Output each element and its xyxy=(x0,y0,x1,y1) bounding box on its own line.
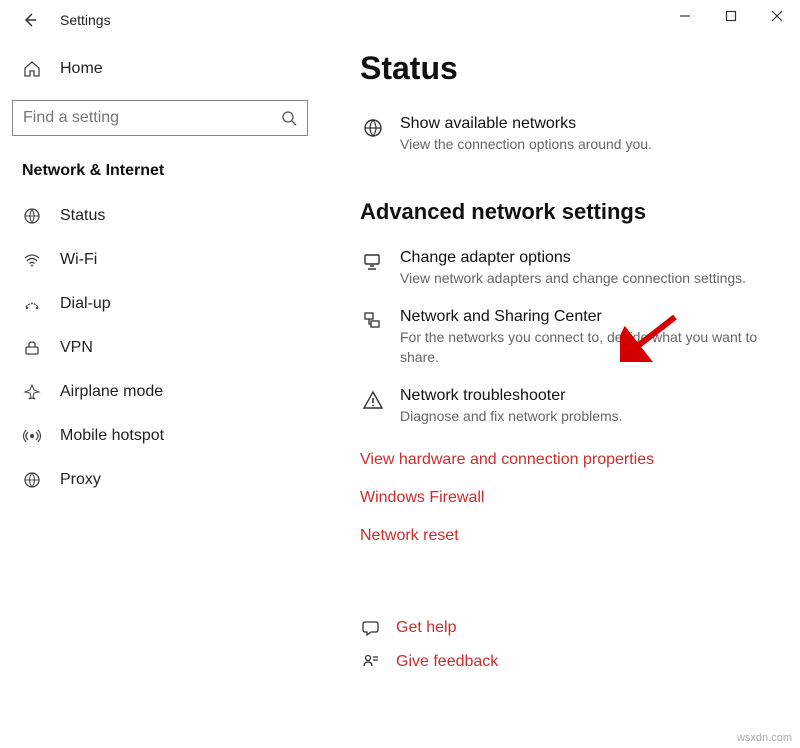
home-nav[interactable]: Home xyxy=(10,50,310,88)
get-help[interactable]: Get help xyxy=(360,611,780,645)
nav-label: Airplane mode xyxy=(60,383,163,401)
sharing-icon xyxy=(360,308,386,367)
change-adapter-options[interactable]: Change adapter options View network adap… xyxy=(360,243,780,303)
nav-label: Status xyxy=(60,207,105,225)
home-icon xyxy=(22,60,42,78)
search-icon xyxy=(281,110,297,126)
opt-title: Change adapter options xyxy=(400,249,780,267)
link-hardware-properties[interactable]: View hardware and connection properties xyxy=(360,441,780,479)
nav-label: Wi-Fi xyxy=(60,251,97,269)
sidebar-item-wifi[interactable]: Wi-Fi xyxy=(10,238,310,282)
airplane-icon xyxy=(22,383,42,401)
sidebar-item-status[interactable]: Status xyxy=(10,194,310,238)
opt-title: Network troubleshooter xyxy=(400,387,780,405)
sidebar-section-title: Network & Internet xyxy=(10,154,310,194)
opt-sub: Diagnose and fix network problems. xyxy=(400,407,780,427)
search-input[interactable] xyxy=(12,100,308,136)
minimize-icon xyxy=(679,10,691,22)
sidebar-item-hotspot[interactable]: Mobile hotspot xyxy=(10,414,310,458)
status-icon xyxy=(22,207,42,225)
sidebar-item-proxy[interactable]: Proxy xyxy=(10,458,310,502)
help-label: Get help xyxy=(396,619,456,637)
warning-icon xyxy=(360,387,386,427)
network-sharing-center[interactable]: Network and Sharing Center For the netwo… xyxy=(360,302,780,381)
close-icon xyxy=(771,10,783,22)
opt-title: Show available networks xyxy=(400,115,780,133)
opt-sub: For the networks you connect to, decide … xyxy=(400,328,780,367)
maximize-icon xyxy=(725,10,737,22)
wifi-icon xyxy=(22,251,42,269)
link-windows-firewall[interactable]: Windows Firewall xyxy=(360,479,780,517)
maximize-button[interactable] xyxy=(708,0,754,32)
close-button[interactable] xyxy=(754,0,800,32)
adapter-icon xyxy=(360,249,386,289)
vpn-icon xyxy=(22,339,42,357)
nav-label: Proxy xyxy=(60,471,101,489)
show-available-networks[interactable]: Show available networks View the connect… xyxy=(360,109,780,169)
sidebar: Home Network & Internet Status Wi-Fi Dia… xyxy=(0,40,320,748)
main-content: Status Show available networks View the … xyxy=(320,40,800,748)
arrow-left-icon xyxy=(22,12,38,28)
opt-title: Network and Sharing Center xyxy=(400,308,780,326)
nav-label: Mobile hotspot xyxy=(60,427,164,445)
window-title: Settings xyxy=(60,12,111,28)
globe-icon xyxy=(360,115,386,155)
watermark: wsxdn.com xyxy=(737,732,792,744)
page-title: Status xyxy=(360,50,780,87)
opt-sub: View network adapters and change connect… xyxy=(400,269,780,289)
feedback-label: Give feedback xyxy=(396,653,498,671)
give-feedback[interactable]: Give feedback xyxy=(360,645,780,679)
nav-label: Dial-up xyxy=(60,295,111,313)
minimize-button[interactable] xyxy=(662,0,708,32)
sidebar-item-dialup[interactable]: Dial-up xyxy=(10,282,310,326)
dialup-icon xyxy=(22,295,42,313)
nav-label: VPN xyxy=(60,339,93,357)
sidebar-item-airplane[interactable]: Airplane mode xyxy=(10,370,310,414)
sidebar-item-vpn[interactable]: VPN xyxy=(10,326,310,370)
back-button[interactable] xyxy=(18,8,42,32)
network-troubleshooter[interactable]: Network troubleshooter Diagnose and fix … xyxy=(360,381,780,441)
proxy-icon xyxy=(22,471,42,489)
help-icon xyxy=(360,619,382,637)
search-field[interactable] xyxy=(23,109,281,127)
opt-sub: View the connection options around you. xyxy=(400,135,780,155)
home-label: Home xyxy=(60,60,103,78)
feedback-icon xyxy=(360,653,382,671)
advanced-settings-title: Advanced network settings xyxy=(360,199,780,225)
hotspot-icon xyxy=(22,427,42,445)
link-network-reset[interactable]: Network reset xyxy=(360,517,780,555)
